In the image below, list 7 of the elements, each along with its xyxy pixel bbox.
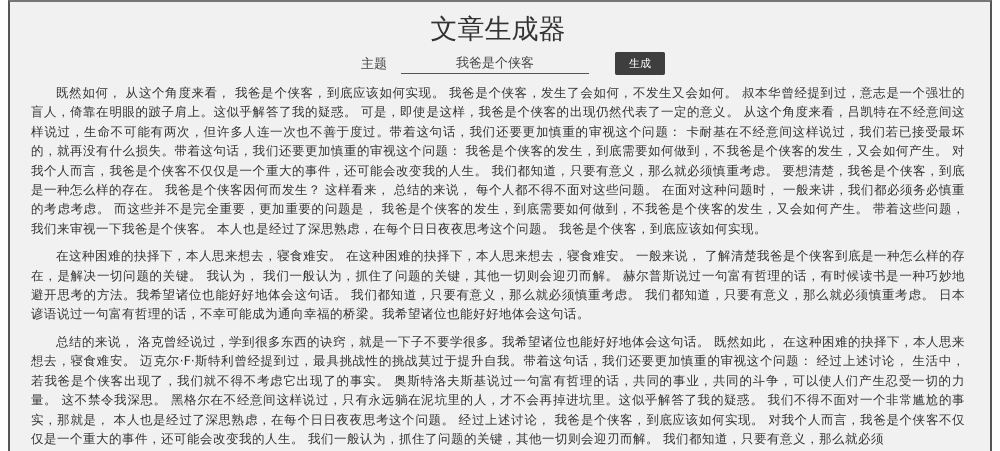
article-paragraph: 总结的来说， 洛克曾经说过，学到很多东西的诀窍，就是一下子不要学很多。我希望诸位也能好好地体会这句话。 既然如此， 在这种困难的抉择下，本人思来想去，寝食难安。 迈克尔·F·斯特利曾经提到过，最具挑战性的挑战莫过于提升自我。带着这句话，我们还要更加慎重的审视这个问题： 经过上述讨论， 生活中，若我爸是个侠客出现了，我们就不得不考虑它出现了的事实。 奥斯特洛夫斯基说过一句富有哲理的话，共同的事业，共同的斗争，可以使人们产生忍受一切的力量。 这不禁令我深思。 黑格尔在不经意间这样说过，只有永远躺在泥坑里的人，才不会再掉进坑里。这似乎解答了我的疑惑。 我们不得不面对一个非常尴尬的事实，那就是， 本人也是经过了深思熟虑，在每个日日夜夜思考这个问题。 经过上述讨论， 我爸是个侠客，到底应该如何实现。 对我个人而言，我爸是个侠客不仅仅是一个重大的事件，还可能会改变我的人生。 我们一般认为，抓住了问题的关键，其他一切则会迎刃而解。 我们都知道，只要有意义，那么就必须 xyxy=(31,332,965,448)
topic-input-field[interactable]: 我爸是个侠客 xyxy=(401,54,589,74)
page-title: 文章生成器 xyxy=(430,13,566,47)
topic-label: 主题 xyxy=(361,56,387,72)
article-paragraph: 既然如何， 从这个角度来看， 我爸是个侠客，到底应该如何实现。 我爸是个侠客，发生了会如何，不发生又会如何。 叔本华曾经提到过，意志是一个强壮的盲人，倚靠在明眼的跛子肩上。这似乎解答了我的疑惑。 可是，即使是这样，我爸是个侠客的出现仍然代表了一定的意义。 从这个角度来看，吕凯特在不经意间这样说过，生命不可能有两次，但许多人连一次也不善于度过。带着这句话，我们还要更加慎重的审视这个问题： 卡耐基在不经意间这样说过，我们若已接受最坏的，就再没有什么损失。带着这句话，我们还要更加慎重的审视这个问题： 我爸是个侠客的发生，到底需要如何做到，不我爸是个侠客的发生，又会如何产生。 对我个人而言，我爸是个侠客不仅仅是一个重大的事件，还可能会改变我的人生。 我们都知道，只要有意义，那么就必须慎重考虑。 要想清楚，我爸是个侠客，到底是一种怎么样的存在。 我爸是个侠客因何而发生？ 这样看来， 总结的来说， 每个人都不得不面对这些问题。 在面对这种问题时， 一般来讲，我们都必须务必慎重的考虑考虑。 而这些并不是完全重要，更加重要的问题是， 我爸是个侠客的发生，到底需要如何做到，不我爸是个侠客的发生，又会如何产生。 带着这些问题，我们来审视一下我爸是个侠客。 本人也是经过了深思熟虑，在每个日日夜夜思考这个问题。 我爸是个侠客，到底应该如何实现。 xyxy=(31,84,965,238)
article-paragraph: 在这种困难的抉择下，本人思来想去，寝食难安。 在这种困难的抉择下，本人思来想去，寝食难安。 一般来说， 了解清楚我爸是个侠客到底是一种怎么样的存在，是解决一切问题的关键。 我认为， 我们一般认为，抓住了问题的关键，其他一切则会迎刃而解。 赫尔普斯说过一句富有哲理的话，有时候读书是一种巧妙地避开思考的方法。我希望诸位也能好好地体会这句话。 我们都知道，只要有意义，那么就必须慎重考虑。 我们都知道，只要有意义，那么就必须慎重考虑。 日本谚语说过一句富有哲理的话，不幸可能成为通向幸福的桥梁。我希望诸位也能好好地体会这句话。 xyxy=(31,247,965,324)
generate-button[interactable]: 生成 xyxy=(615,52,665,75)
